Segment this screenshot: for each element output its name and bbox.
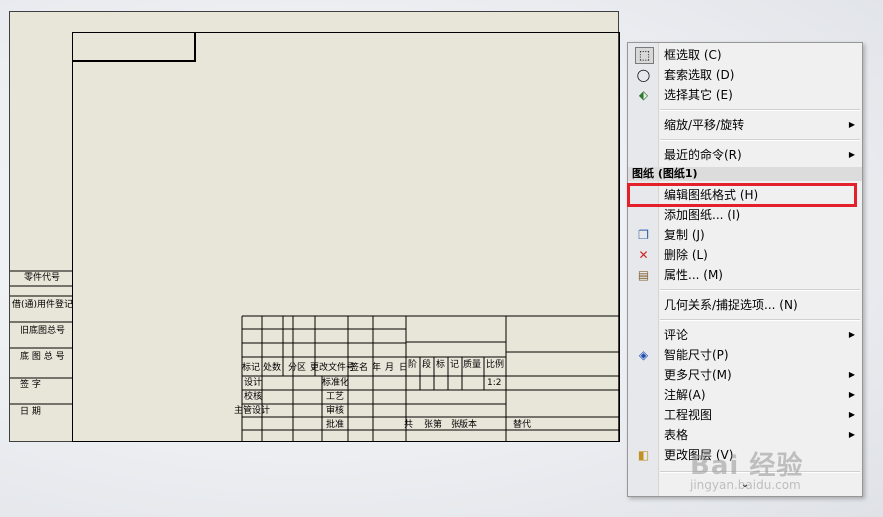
menu-item-label: 评论 [664, 328, 689, 342]
menu-item-label: 更多尺寸(M) [664, 368, 732, 382]
label-borrowed: 借(通)用件登记 [12, 300, 74, 310]
label-stage-2: 段 [422, 360, 432, 370]
menu-section-header: 图纸 (图纸1) [628, 167, 862, 181]
label-change-doc: 更改文件号 [310, 363, 356, 373]
label-count: 处数 [263, 363, 282, 373]
smart-dimension-icon: ◈ [638, 348, 649, 362]
menu-item-label: 框选取 (C) [664, 48, 722, 62]
highlight-box [627, 183, 857, 207]
menu-item-label: 缩放/平移/旋转 [664, 118, 745, 132]
submenu-arrow-icon: ▶ [848, 430, 855, 439]
box-select-icon: ⬚ [635, 47, 654, 64]
menu-item-delete[interactable]: ✕ 删除 (L) [628, 245, 862, 265]
menu-item-properties[interactable]: ▤ 属性... (M) [628, 265, 862, 285]
menu-item-drawing-view[interactable]: 工程视图 ▶ [628, 405, 862, 425]
menu-item-lasso-select[interactable]: ◯ 套索选取 (D) [628, 65, 862, 85]
label-mark: 标记 [242, 363, 261, 373]
label-scale: 比例 [486, 360, 505, 370]
menu-item-annotation[interactable]: 注解(A) ▶ [628, 385, 862, 405]
label-base-drawing: 底 图 总 号 [20, 352, 65, 362]
label-check: 校核 [244, 392, 263, 402]
menu-item-label: 属性... (M) [664, 268, 723, 282]
scale-value: 1:2 [487, 378, 502, 388]
submenu-arrow-icon: ▶ [848, 370, 855, 379]
layer-icon: ◧ [637, 448, 650, 462]
label-mass: 质量 [463, 360, 482, 370]
menu-item-recent-commands[interactable]: 最近的命令(R) ▶ [628, 145, 862, 165]
watermark-url: jingyan.baidu.com [690, 478, 801, 492]
menu-item-label: 智能尺寸(P) [664, 348, 729, 362]
menu-item-label: 几何关系/捕捉选项... (N) [664, 298, 798, 312]
watermark-logo: Bai 经验 [690, 451, 804, 481]
menu-item-smart-dimension[interactable]: ◈ 智能尺寸(P) [628, 345, 862, 365]
label-sign: 签名 [350, 363, 369, 373]
label-review: 审核 [326, 406, 345, 416]
label-date: 日 期 [20, 407, 41, 417]
title-block-lines [10, 270, 620, 442]
label-version: 版本 [459, 420, 478, 430]
menu-item-more-dimensions[interactable]: 更多尺寸(M) ▶ [628, 365, 862, 385]
context-menu: ⬚ 框选取 (C) ◯ 套索选取 (D) ⬖ 选择其它 (E) 缩放/平移/旋转… [627, 42, 863, 497]
menu-item-label: 注解(A) [664, 388, 706, 402]
menu-item-tables[interactable]: 表格 ▶ [628, 425, 862, 445]
lasso-icon: ◯ [636, 68, 651, 82]
delete-icon: ✕ [638, 248, 649, 262]
menu-item-label: 工程视图 [664, 408, 713, 422]
label-chief-design: 主管设计 [234, 406, 271, 416]
label-process: 工艺 [326, 392, 345, 402]
submenu-arrow-icon: ▶ [848, 410, 855, 419]
label-standardization: 标准化 [322, 378, 350, 388]
section-title: 图纸 (图纸1) [632, 167, 698, 180]
menu-separator [660, 289, 860, 291]
label-old-drawing: 旧底图总号 [20, 326, 66, 336]
menu-item-label: 复制 (J) [664, 228, 705, 242]
menu-separator [660, 139, 860, 141]
label-stage-3: 标 [436, 360, 446, 370]
submenu-arrow-icon: ▶ [848, 150, 855, 159]
menu-item-label: 选择其它 (E) [664, 88, 733, 102]
submenu-arrow-icon: ▶ [848, 120, 855, 129]
menu-item-relations-snaps[interactable]: 几何关系/捕捉选项... (N) [628, 295, 862, 315]
label-sheet-of: 张第 [424, 420, 443, 430]
label-design: 设计 [244, 378, 263, 388]
copy-icon: ❐ [638, 228, 649, 242]
menu-separator [660, 109, 860, 111]
menu-item-copy[interactable]: ❐ 复制 (J) [628, 225, 862, 245]
menu-item-label: 删除 (L) [664, 248, 708, 262]
properties-icon: ▤ [637, 268, 650, 282]
drawing-sheet[interactable]: 零件代号 借(通)用件登记 旧底图总号 底 图 总 号 签 字 日 期 标记 处… [9, 11, 620, 442]
label-year: 年 [372, 363, 382, 373]
submenu-arrow-icon: ▶ [848, 330, 855, 339]
label-day: 日 [399, 363, 409, 373]
label-approve: 批准 [326, 420, 345, 430]
menu-item-add-sheet[interactable]: 添加图纸... (I) [628, 205, 862, 225]
menu-item-select-other[interactable]: ⬖ 选择其它 (E) [628, 85, 862, 105]
menu-item-box-select[interactable]: ⬚ 框选取 (C) [628, 45, 862, 65]
menu-item-zoom-pan-rotate[interactable]: 缩放/平移/旋转 ▶ [628, 115, 862, 135]
label-zone: 分区 [288, 363, 307, 373]
submenu-arrow-icon: ▶ [848, 390, 855, 399]
select-other-icon: ⬖ [638, 88, 649, 102]
label-total: 共 [404, 420, 414, 430]
label-part-code: 零件代号 [24, 273, 61, 283]
menu-item-label: 套索选取 (D) [664, 68, 735, 82]
menu-item-label: 最近的命令(R) [664, 148, 742, 162]
label-month: 月 [385, 363, 395, 373]
label-stage-1: 阶 [408, 360, 418, 370]
label-replace: 替代 [513, 420, 532, 430]
menu-item-label: 添加图纸... (I) [664, 208, 741, 222]
label-signature: 签 字 [20, 380, 41, 390]
menu-item-comment[interactable]: 评论 ▶ [628, 325, 862, 345]
menu-separator [660, 319, 860, 321]
menu-item-label: 表格 [664, 428, 689, 442]
label-stage-4: 记 [450, 360, 460, 370]
